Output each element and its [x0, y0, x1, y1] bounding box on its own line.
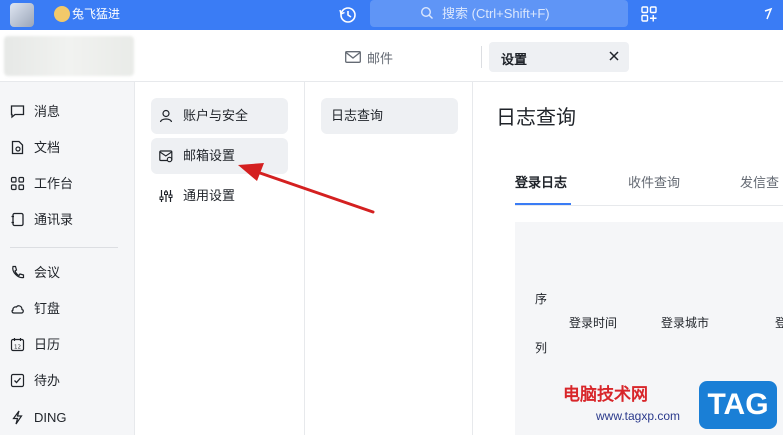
nav-item-todo[interactable]: 待办: [0, 367, 135, 395]
nav-item-messages[interactable]: 消息: [0, 98, 135, 126]
tab-bar: 邮件 设置: [0, 30, 783, 82]
annotation-arrow: [238, 163, 375, 214]
menu-label: 邮箱设置: [183, 148, 236, 163]
search-input[interactable]: 搜索 (Ctrl+Shift+F): [370, 0, 628, 27]
contacts-icon: [11, 212, 24, 227]
nav-item-documents[interactable]: 文档: [0, 134, 135, 162]
profile-area[interactable]: [4, 36, 134, 76]
tabs-border: [515, 205, 783, 206]
nav-label: 文档: [34, 140, 61, 155]
sub-item-log-query[interactable]: 日志查询: [321, 98, 458, 134]
nav-item-ding[interactable]: DING: [0, 404, 135, 432]
nav-item-workbench[interactable]: 工作台: [0, 170, 135, 198]
document-icon: [11, 140, 24, 155]
history-icon[interactable]: [338, 5, 358, 25]
chat-icon: [10, 105, 25, 119]
tab-divider: [481, 46, 482, 68]
nav-label: DING: [34, 410, 67, 425]
user-avatar[interactable]: [54, 6, 70, 22]
watermark-url: www.tagxp.com: [596, 409, 681, 423]
menu-label: 账户与安全: [183, 108, 249, 123]
menu-item-account-security[interactable]: 账户与安全: [151, 98, 288, 134]
app-logo[interactable]: [10, 3, 34, 27]
left-nav: 消息 文档 工作台 通讯录 会议 钉盘 12 日历 待办 DING: [0, 82, 135, 435]
settings-menu: 账户与安全 邮箱设置 通用设置: [135, 82, 305, 435]
lightning-icon: [12, 410, 23, 425]
nav-label: 消息: [34, 104, 61, 119]
mail-icon: [345, 51, 361, 63]
nav-item-contacts[interactable]: 通讯录: [0, 206, 135, 234]
nav-item-meetings[interactable]: 会议: [0, 259, 135, 287]
sub-menu: 日志查询: [305, 82, 473, 435]
nav-label: 日历: [34, 337, 61, 352]
nav-label: 通讯录: [34, 212, 74, 227]
sub-item-label: 日志查询: [331, 108, 384, 123]
sliders-icon: [159, 190, 173, 202]
watermark-badge-text: TAG: [707, 388, 769, 421]
grid-icon: [10, 176, 25, 191]
user-name[interactable]: 兔飞猛进: [72, 6, 120, 22]
close-icon[interactable]: [607, 49, 621, 63]
spark-icon[interactable]: [762, 5, 776, 23]
table-header-truncated: 登: [775, 316, 783, 330]
tab-receive-query[interactable]: 收件查询: [628, 175, 680, 191]
watermark-badge: TAG: [699, 381, 777, 429]
nav-label: 待办: [34, 373, 61, 388]
watermark-site-name: 电脑技术网: [563, 385, 648, 404]
tab-settings-label: 设置: [501, 52, 528, 67]
nav-label: 钉盘: [34, 301, 61, 316]
page-title: 日志查询: [496, 107, 576, 129]
nav-item-drive[interactable]: 钉盘: [0, 295, 135, 323]
svg-text:12: 12: [14, 345, 21, 351]
tab-login-log[interactable]: 登录日志: [515, 175, 567, 191]
tab-settings[interactable]: 设置: [489, 42, 629, 72]
search-icon: [420, 6, 433, 19]
mailbox-settings-icon: [159, 150, 173, 163]
table-header-index-2: 列: [535, 341, 548, 355]
nav-label: 工作台: [34, 176, 74, 191]
table-header-login-time: 登录时间: [569, 316, 618, 330]
search-placeholder: 搜索 (Ctrl+Shift+F): [442, 6, 550, 21]
nav-item-calendar[interactable]: 12 日历: [0, 331, 135, 359]
phone-icon: [12, 265, 25, 279]
menu-label: 通用设置: [183, 188, 236, 203]
nav-label: 会议: [34, 265, 61, 280]
add-apps-icon[interactable]: [640, 5, 658, 23]
user-icon: [159, 109, 173, 123]
tab-mail-label: 邮件: [367, 50, 394, 66]
top-bar: 兔飞猛进 搜索 (Ctrl+Shift+F): [0, 0, 783, 30]
calendar-icon: 12: [10, 338, 25, 352]
nav-separator: [10, 247, 118, 248]
cloud-icon: [11, 305, 24, 314]
tab-send-query[interactable]: 发信查: [740, 175, 779, 191]
table-header-index: 序: [535, 292, 548, 306]
table-header-login-city: 登录城市: [661, 316, 710, 330]
checkbox-icon: [10, 373, 25, 388]
tab-mail[interactable]: 邮件: [345, 47, 393, 67]
